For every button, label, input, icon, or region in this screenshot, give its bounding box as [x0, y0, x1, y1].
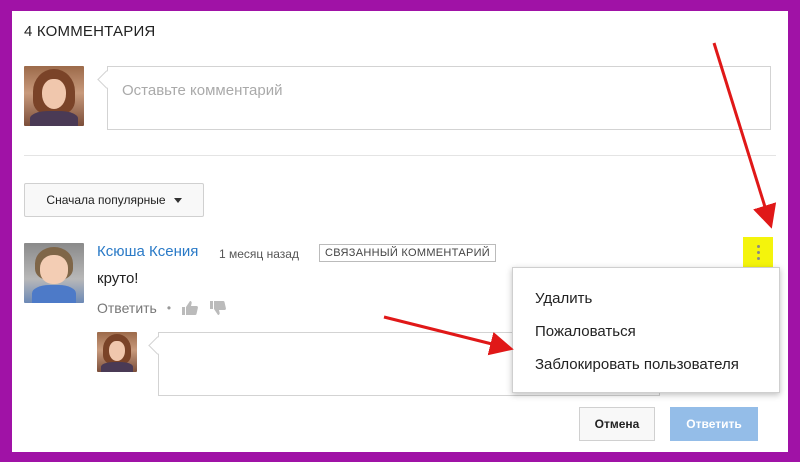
new-comment-box[interactable]	[97, 66, 771, 130]
submit-reply-button[interactable]: Ответить	[670, 407, 758, 441]
comment-timestamp[interactable]: 1 месяц назад	[219, 247, 299, 261]
comments-count-title: 4 КОММЕНТАРИЯ	[24, 23, 156, 40]
comments-panel: 4 КОММЕНТАРИЯ Сначала популярные Ксюша К…	[12, 11, 788, 452]
cancel-button[interactable]: Отмена	[579, 407, 655, 441]
thumb-down-icon[interactable]	[209, 300, 227, 316]
more-vert-icon[interactable]	[743, 237, 773, 267]
chevron-down-icon	[173, 197, 182, 203]
menu-item-block-user[interactable]: Заблокировать пользователя	[535, 356, 739, 373]
separator-dot: •	[166, 301, 172, 315]
thumb-up-icon[interactable]	[181, 300, 199, 316]
linked-comment-badge: СВЯЗАННЫЙ КОММЕНТАРИЙ	[319, 244, 497, 262]
comment-options-menu: Удалить Пожаловаться Заблокировать польз…	[512, 267, 780, 393]
comment-author-name[interactable]: Ксюша Ксения	[97, 243, 198, 260]
sort-dropdown[interactable]: Сначала популярные	[24, 183, 204, 217]
comment-actions: Ответить •	[97, 300, 227, 316]
sort-dropdown-label: Сначала популярные	[46, 193, 166, 207]
new-comment-input[interactable]	[120, 81, 724, 100]
reply-link[interactable]: Ответить	[97, 300, 157, 316]
menu-item-report[interactable]: Пожаловаться	[535, 323, 636, 340]
comment-author-avatar[interactable]	[24, 243, 84, 303]
comment-text: круто!	[97, 270, 139, 287]
current-user-avatar	[24, 66, 84, 126]
reply-user-avatar	[97, 332, 137, 372]
divider	[24, 155, 776, 156]
menu-item-delete[interactable]: Удалить	[535, 290, 592, 307]
